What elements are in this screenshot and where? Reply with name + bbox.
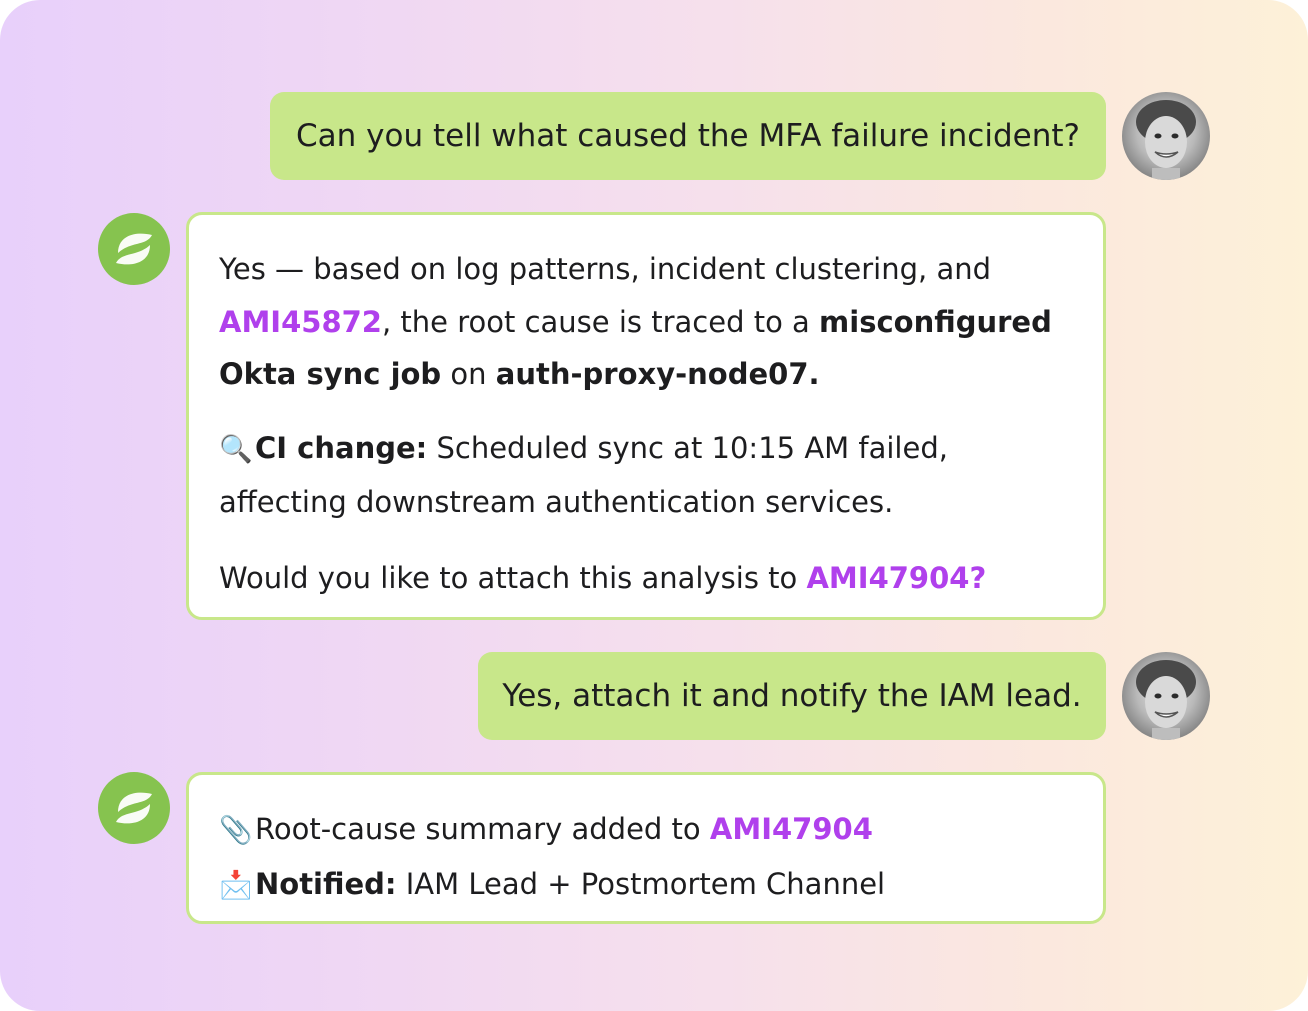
notified-label: Notified: [255, 866, 397, 901]
bot-paragraph-question: Would you like to attach this analysis t… [219, 552, 1073, 605]
incident-link-ami45872[interactable]: AMI45872 [219, 305, 382, 339]
bot-paragraph-root-cause: Yes — based on log patterns, incident cl… [219, 243, 1073, 401]
user-avatar[interactable] [1122, 92, 1210, 180]
user-avatar-image [1136, 100, 1196, 180]
notified-text: IAM Lead + Postmortem Channel [396, 866, 886, 901]
text: on [441, 357, 496, 391]
text: , the root cause is traced to a [381, 304, 820, 339]
bot-logo-icon [98, 213, 170, 285]
text: Yes — based on log patterns, incident cl… [219, 252, 991, 286]
bot-logo-icon [98, 772, 170, 844]
bot-line-notified: 📩Notified: IAM Lead + Postmortem Channel [219, 858, 1073, 913]
bot-message-card: Yes — based on log patterns, incident cl… [186, 212, 1106, 620]
incident-link-ami47904[interactable]: AMI47904 [710, 812, 873, 846]
user-message-text: Yes, attach it and notify the IAM lead. [502, 678, 1082, 714]
chat-canvas: Can you tell what caused the MFA failure… [0, 0, 1308, 1011]
user-message-bubble: Can you tell what caused the MFA failure… [270, 92, 1106, 180]
summary-text: Root-cause summary added to [255, 812, 710, 846]
bold-text: auth-proxy-node07. [495, 357, 820, 391]
user-avatar-image [1136, 660, 1196, 740]
user-message-bubble: Yes, attach it and notify the IAM lead. [478, 652, 1106, 740]
user-message-text: Can you tell what caused the MFA failure… [296, 118, 1080, 154]
paperclip-icon: 📎 [219, 815, 253, 846]
ci-change-label: CI change: [255, 430, 428, 465]
bot-line-summary: 📎Root-cause summary added to AMI47904 [219, 803, 1073, 858]
bot-message-card: 📎Root-cause summary added to AMI47904 📩N… [186, 772, 1106, 924]
incident-link-ami47904[interactable]: AMI47904? [806, 561, 986, 595]
user-avatar[interactable] [1122, 652, 1210, 740]
question-text: Would you like to attach this analysis t… [219, 560, 807, 595]
bot-paragraph-ci-change: 🔍CI change: Scheduled sync at 10:15 AM f… [219, 422, 1073, 529]
envelope-icon: 📩 [219, 869, 253, 901]
magnifier-icon: 🔍 [219, 433, 253, 465]
